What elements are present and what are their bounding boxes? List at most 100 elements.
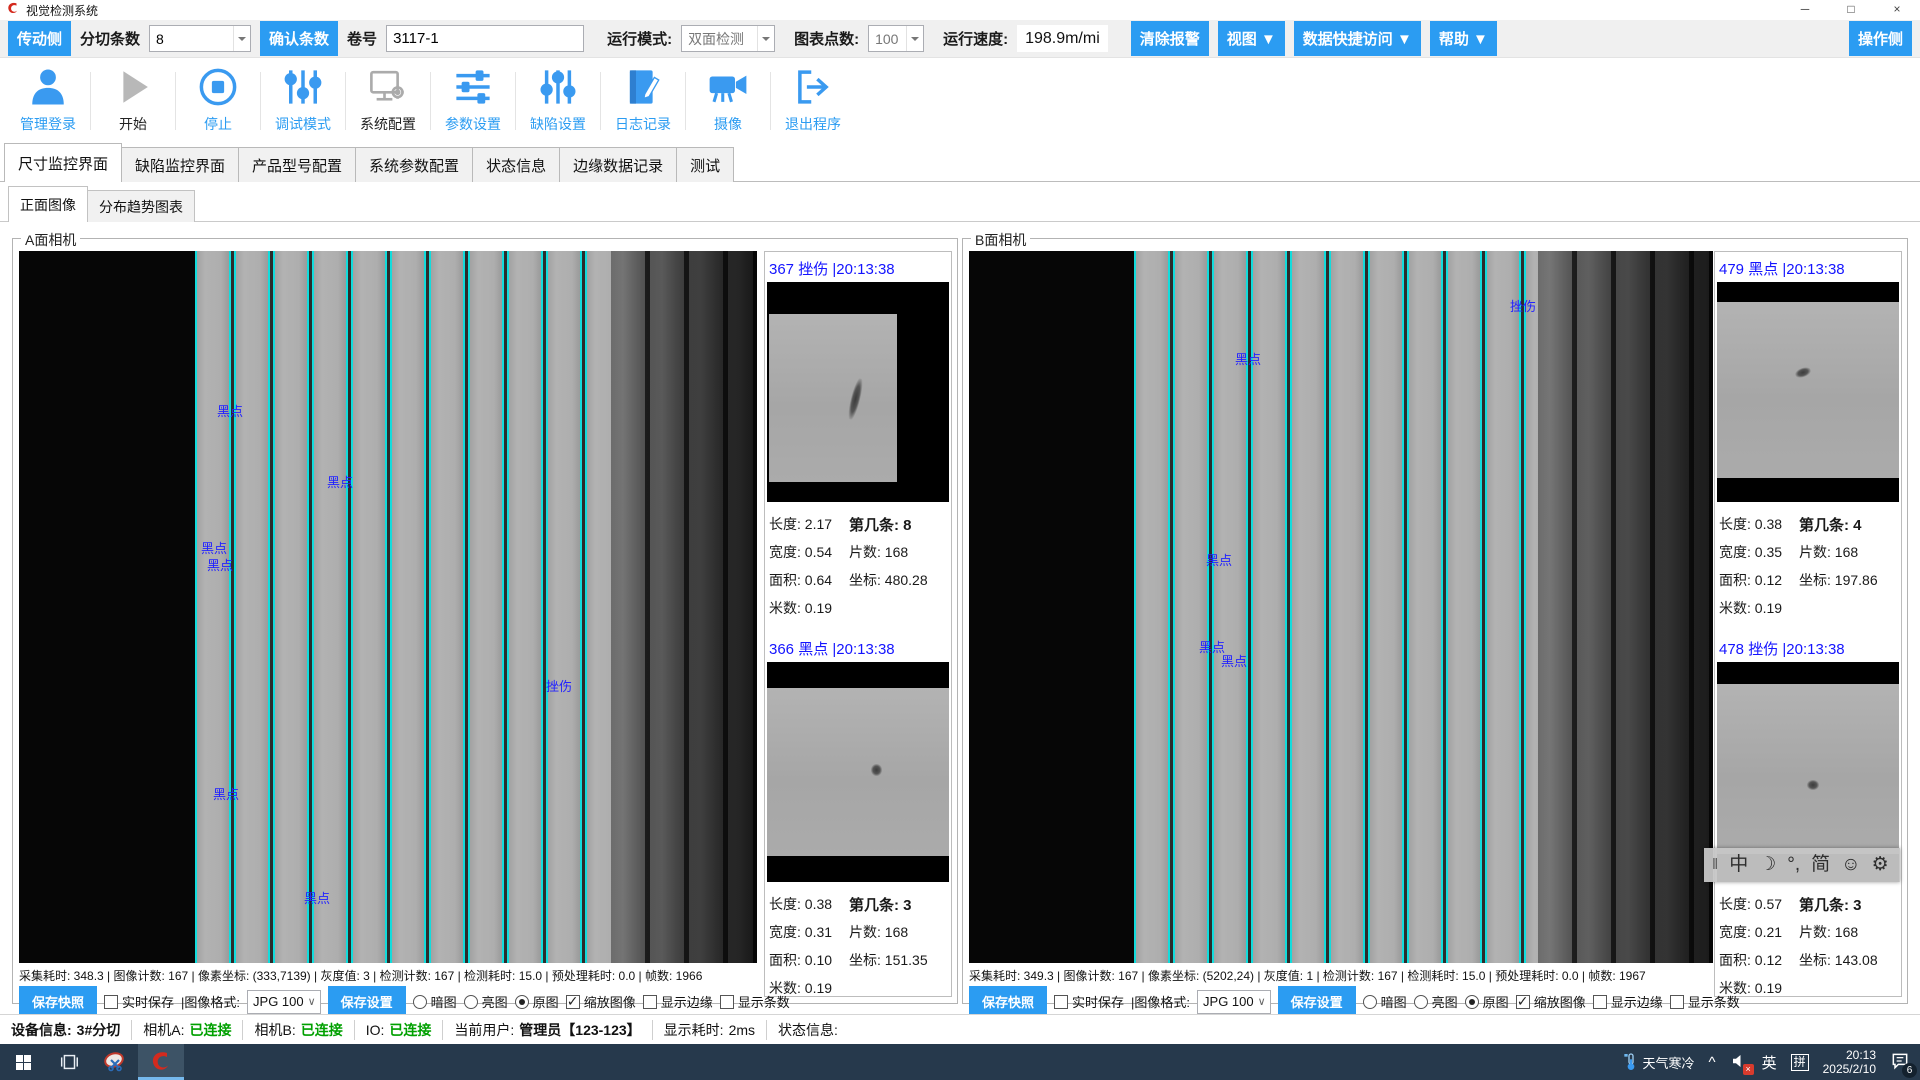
snipping-tool-button[interactable]: [92, 1044, 138, 1080]
language-indicator-en[interactable]: 英: [1762, 1052, 1777, 1073]
chart-points-select[interactable]: 100: [868, 25, 924, 52]
confirm-count-button[interactable]: 确认条数: [260, 21, 338, 56]
toolbar-item-exit-program[interactable]: 退出程序: [771, 64, 855, 134]
save-settings-button-a[interactable]: 保存设置: [328, 986, 406, 1017]
camera-image-a: 黑点黑点黑点黑点挫伤黑点黑点: [19, 251, 757, 963]
stop-icon: [176, 66, 260, 113]
image-mode-radio-b-2[interactable]: 亮图: [1414, 992, 1458, 1011]
acquisition-stats-line: 采集耗时: 348.3 | 图像计数: 167 | 像素坐标: (333,713…: [19, 967, 757, 984]
stat-value: 长度: 0.38: [1719, 514, 1799, 534]
settings-gear-icon[interactable]: ⚙: [1872, 848, 1889, 882]
defect-card[interactable]: 478 挫伤 |20:13:38长度: 0.57第几条: 3宽度: 0.21片数…: [1717, 634, 1899, 1002]
minimize-button[interactable]: ─: [1782, 0, 1828, 20]
maximize-button[interactable]: □: [1828, 0, 1874, 20]
weather-tray-item[interactable]: 天气寒冷: [1623, 1052, 1695, 1072]
toolbar-item-param-settings[interactable]: 参数设置: [431, 64, 515, 134]
display-option-check-a-3[interactable]: 显示条数: [720, 992, 790, 1011]
radio-label: 亮图: [482, 992, 508, 1011]
defect-card[interactable]: 367 挫伤 |20:13:38长度: 2.17第几条: 8宽度: 0.54片数…: [767, 254, 949, 622]
defect-settings-icon: [516, 66, 600, 113]
display-option-check-b-2[interactable]: 显示边缘: [1593, 992, 1663, 1011]
start-button[interactable]: [0, 1044, 46, 1080]
toolbar-item-debug-mode[interactable]: 调试模式: [261, 64, 345, 134]
realtime-save-toggle-b[interactable]: 实时保存: [1054, 992, 1124, 1011]
defect-card[interactable]: 479 黑点 |20:13:38长度: 0.38第几条: 4宽度: 0.35片数…: [1717, 254, 1899, 622]
toolbar-item-log-record[interactable]: 日志记录: [601, 64, 685, 134]
clear-alarm-button[interactable]: 清除报警: [1131, 21, 1209, 56]
tab-1[interactable]: 尺寸监控界面: [4, 143, 122, 182]
stat-row: 面积: 0.12坐标: 197.86: [1719, 566, 1897, 594]
camera-bottom-b: 采集耗时: 349.3 | 图像计数: 167 | 像素坐标: (5202,24…: [969, 967, 1713, 1017]
save-snapshot-button-b[interactable]: 保存快照: [969, 986, 1047, 1017]
toolbar-item-defect-settings[interactable]: 缺陷设置: [516, 64, 600, 134]
toolbar-item-label: 摄像: [686, 114, 770, 134]
notification-center-button[interactable]: 6: [1890, 1051, 1910, 1074]
display-option-check-b-1[interactable]: 缩放图像: [1516, 992, 1586, 1011]
display-option-check-a-1[interactable]: 缩放图像: [566, 992, 636, 1011]
moon-icon[interactable]: ☽: [1759, 848, 1776, 882]
chevron-down-icon: [906, 26, 923, 51]
tab-3[interactable]: 产品型号配置: [238, 147, 356, 182]
toolbar-item-start[interactable]: 开始: [91, 64, 175, 134]
roll-number-input[interactable]: 3117-1: [386, 25, 584, 52]
save-settings-button-b[interactable]: 保存设置: [1278, 986, 1356, 1017]
data-quick-access-button[interactable]: 数据快捷访问 ▼: [1294, 21, 1421, 56]
simplified-chinese[interactable]: 简: [1811, 848, 1830, 882]
emoji-icon[interactable]: ☺: [1841, 848, 1860, 882]
system-config-icon: [346, 66, 430, 113]
radio-icon: [464, 995, 478, 1009]
run-speed-label: 运行速度:: [943, 28, 1008, 49]
help-menu-button[interactable]: 帮助 ▼: [1430, 21, 1497, 56]
tab-2[interactable]: 缺陷监控界面: [121, 147, 239, 182]
toolbar-item-label: 调试模式: [261, 114, 345, 134]
run-speed-value: 198.9m/mi: [1017, 25, 1108, 52]
volume-tray-item[interactable]: ×: [1730, 1052, 1748, 1073]
status-segment-1: 设备信息:3#分切: [0, 1020, 132, 1040]
tab-4[interactable]: 系统参数配置: [355, 147, 473, 182]
image-mode-radio-a-1[interactable]: 暗图: [413, 992, 457, 1011]
status-label: 相机A:: [143, 1020, 184, 1040]
subtab-1[interactable]: 正面图像: [8, 186, 88, 222]
toolbar-item-stop[interactable]: 停止: [176, 64, 260, 134]
toolbar-item-capture[interactable]: 摄像: [686, 64, 770, 134]
save-snapshot-button-a[interactable]: 保存快照: [19, 986, 97, 1017]
realtime-save-toggle-a[interactable]: 实时保存: [104, 992, 174, 1011]
chevron-down-icon: ∨: [1254, 995, 1270, 1008]
image-format-select-a[interactable]: JPG 100∨: [247, 990, 321, 1014]
drive-side-button[interactable]: 传动侧: [8, 21, 71, 56]
window-title: 视觉检测系统: [26, 2, 98, 19]
image-mode-radio-a-2[interactable]: 亮图: [464, 992, 508, 1011]
tab-7[interactable]: 测试: [676, 147, 734, 182]
chinese-mode[interactable]: 中: [1729, 848, 1748, 882]
display-option-check-b-3[interactable]: 显示条数: [1670, 992, 1740, 1011]
display-option-check-a-2[interactable]: 显示边缘: [643, 992, 713, 1011]
defect-card[interactable]: 366 黑点 |20:13:38长度: 0.38第几条: 3宽度: 0.31片数…: [767, 634, 949, 1002]
tab-6[interactable]: 边缘数据记录: [559, 147, 677, 182]
toolbar-item-admin-login[interactable]: 管理登录: [6, 64, 90, 134]
ime-mode-indicator[interactable]: 拼: [1791, 1054, 1809, 1071]
stat-value: 宽度: 0.35: [1719, 542, 1799, 562]
tab-5[interactable]: 状态信息: [472, 147, 560, 182]
slit-count-select[interactable]: 8: [149, 25, 251, 52]
drag-handle[interactable]: ‖: [1712, 848, 1718, 882]
tray-overflow-chevron[interactable]: ^: [1709, 1054, 1716, 1071]
vision-app-taskbar-button[interactable]: [138, 1044, 184, 1080]
camera-image-b: 挫伤黑点黑点黑点黑点: [969, 251, 1713, 963]
subtab-2[interactable]: 分布趋势图表: [87, 190, 195, 222]
toolbar-item-system-config[interactable]: 系统配置: [346, 64, 430, 134]
status-value: 已连接: [389, 1020, 431, 1040]
close-button[interactable]: ×: [1874, 0, 1920, 20]
run-mode-select[interactable]: 双面检测: [681, 25, 775, 52]
image-mode-radio-b-3[interactable]: 原图: [1465, 992, 1509, 1011]
image-mode-radio-b-1[interactable]: 暗图: [1363, 992, 1407, 1011]
image-mode-radio-a-3[interactable]: 原图: [515, 992, 559, 1011]
param-settings-icon: [431, 66, 515, 113]
task-view-button[interactable]: [46, 1044, 92, 1080]
snipping-tool-icon: [103, 1050, 127, 1074]
view-menu-button[interactable]: 视图 ▼: [1218, 21, 1285, 56]
defect-card-header: 367 挫伤 |20:13:38: [767, 254, 949, 282]
punctuation-mode[interactable]: °,: [1787, 848, 1800, 882]
taskbar-clock[interactable]: 20:13 2025/2/10: [1823, 1048, 1876, 1076]
operator-side-button[interactable]: 操作侧: [1849, 21, 1912, 56]
image-format-select-b[interactable]: JPG 100∨: [1197, 990, 1271, 1014]
